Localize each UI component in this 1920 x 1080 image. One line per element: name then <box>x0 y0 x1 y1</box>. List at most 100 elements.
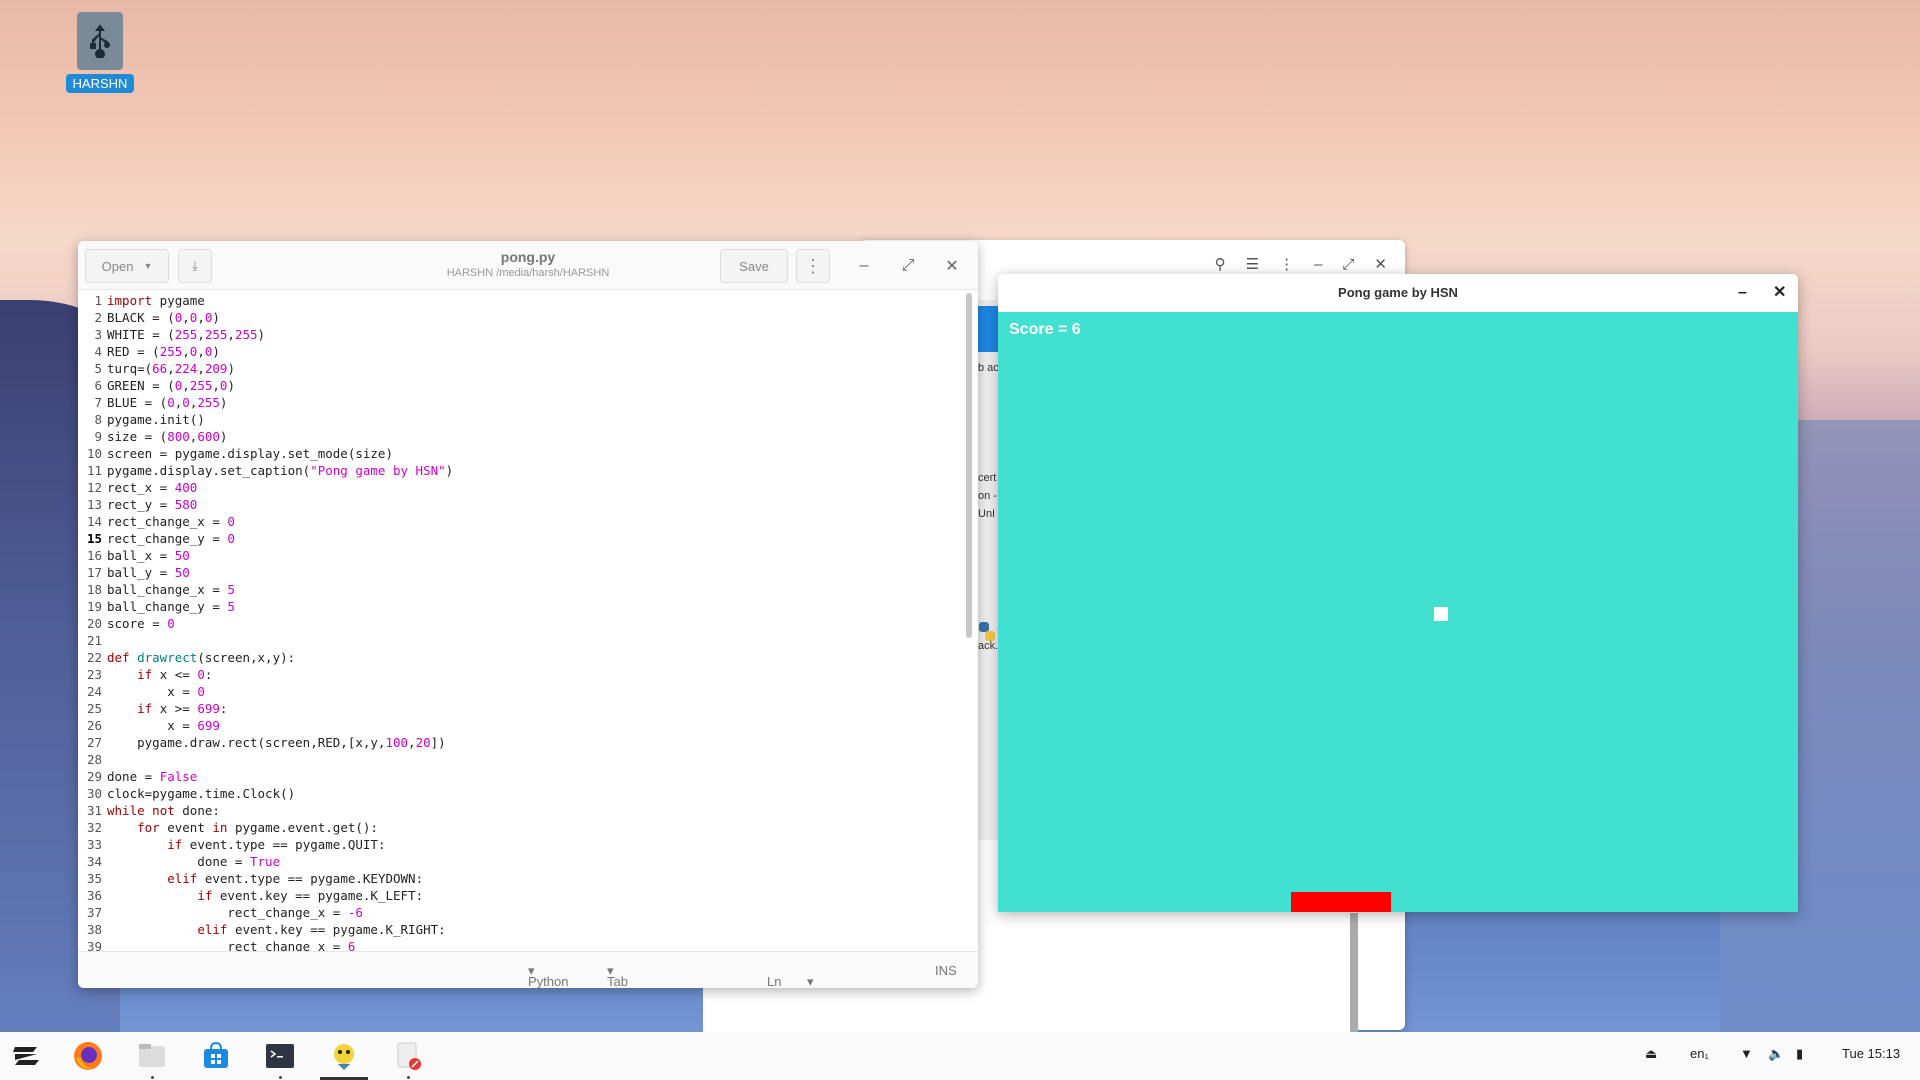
terminal-icon[interactable] <box>262 1038 298 1074</box>
zorin-menu-icon[interactable] <box>8 1038 44 1074</box>
code-line[interactable]: 23 if x <= 0: <box>78 666 966 683</box>
code-line[interactable]: 17 ball_y = 50 <box>78 564 966 581</box>
line-number: 37 <box>86 905 102 920</box>
code-line[interactable]: 38 elif event.key == pygame.K_RIGHT: <box>78 921 966 938</box>
code-text: if event.key == pygame.K_LEFT: <box>197 888 424 903</box>
line-number: 14 <box>86 514 102 529</box>
code-line[interactable]: 33 if event.type == pygame.QUIT: <box>78 836 966 853</box>
line-number: 26 <box>86 718 102 733</box>
code-line[interactable]: 37 rect_change_x = -6 <box>78 904 966 921</box>
code-text: turq=(66,224,209) <box>107 361 235 376</box>
close-button[interactable]: ✕ <box>937 251 967 281</box>
code-line[interactable]: 16 ball_x = 50 <box>78 547 966 564</box>
code-line[interactable]: 6 GREEN = (0,255,0) <box>78 377 966 394</box>
language-selector[interactable]: Python ▾ <box>528 963 568 988</box>
running-indicator <box>151 1076 154 1079</box>
code-line[interactable]: 13 rect_y = 580 <box>78 496 966 513</box>
code-line[interactable]: 30 clock=pygame.time.Clock() <box>78 785 966 802</box>
line-number: 5 <box>94 361 102 376</box>
code-line[interactable]: 4 RED = (255,0,0) <box>78 343 966 360</box>
text-editor-window[interactable]: Open ▼ ⤓ pong.py HARSHN /media/harsh/HAR… <box>78 241 978 988</box>
close-icon[interactable]: ✕ <box>1374 255 1387 273</box>
maximize-icon[interactable]: ⤢ <box>1342 256 1354 273</box>
code-line[interactable]: 5 turq=(66,224,209) <box>78 360 966 377</box>
code-line[interactable]: 10 screen = pygame.display.set_mode(size) <box>78 445 966 462</box>
clock[interactable]: Tue 15:13 <box>1842 1046 1900 1061</box>
code-text: elif event.type == pygame.KEYDOWN: <box>167 871 424 886</box>
python-game-icon[interactable] <box>326 1038 362 1074</box>
code-line[interactable]: 25 if x >= 699: <box>78 700 966 717</box>
files-icon[interactable] <box>134 1038 170 1074</box>
taskbar: ⏏ en₁ ▼ 🔈 ▮ Tue 15:13 <box>0 1032 1920 1080</box>
line-number: 1 <box>94 293 102 308</box>
code-line[interactable]: 32 for event in pygame.event.get(): <box>78 819 966 836</box>
menu-dots-icon[interactable]: ⋮ <box>1279 255 1294 273</box>
wifi-icon[interactable]: ▼ <box>1740 1046 1753 1061</box>
code-text: ball_x = 50 <box>107 548 190 563</box>
keyboard-layout[interactable]: en₁ <box>1690 1046 1709 1061</box>
code-line[interactable]: 3 WHITE = (255,255,255) <box>78 326 966 343</box>
code-line[interactable]: 14 rect_change_x = 0 <box>78 513 966 530</box>
line-number: 33 <box>86 837 102 852</box>
tab-width-selector[interactable]: Tab Width: 8 ▾ <box>607 963 628 988</box>
maximize-button[interactable]: ⤢ <box>893 251 923 281</box>
code-line[interactable]: 27 pygame.draw.rect(screen,RED,[x,y,100,… <box>78 734 966 751</box>
text-editor-icon[interactable] <box>390 1038 426 1074</box>
code-line[interactable]: 11 pygame.display.set_caption("Pong game … <box>78 462 966 479</box>
battery-icon[interactable]: ▮ <box>1796 1046 1803 1062</box>
line-number: 38 <box>86 922 102 937</box>
code-line[interactable]: 34 done = True <box>78 853 966 870</box>
code-view[interactable]: 1 import pygame 2 BLACK = (0,0,0) 3 WHITE = (… <box>78 290 966 952</box>
code-text: for event in pygame.event.get(): <box>137 820 378 835</box>
minimize-icon[interactable]: – <box>1314 256 1322 273</box>
code-line[interactable]: 36 if event.key == pygame.K_LEFT: <box>78 887 966 904</box>
background-window-scrollbar[interactable] <box>1350 913 1358 1033</box>
minimize-icon[interactable]: – <box>1738 274 1747 312</box>
code-line[interactable]: 26 x = 699 <box>78 717 966 734</box>
code-line[interactable]: 21 <box>78 632 966 649</box>
running-indicator <box>279 1076 282 1079</box>
view-list-icon[interactable]: ☰ <box>1246 255 1259 273</box>
code-line[interactable]: 19 ball_change_y = 5 <box>78 598 966 615</box>
line-number: 24 <box>86 684 102 699</box>
code-text: done = True <box>107 854 281 869</box>
code-line[interactable]: 22 def drawrect(screen,x,y): <box>78 649 966 666</box>
code-line[interactable]: 9 size = (800,600) <box>78 428 966 445</box>
code-line[interactable]: 31 while not done: <box>78 802 966 819</box>
firefox-icon[interactable] <box>70 1038 106 1074</box>
code-line[interactable]: 29 done = False <box>78 768 966 785</box>
line-number: 30 <box>86 786 102 801</box>
volume-icon[interactable]: 🔈 <box>1768 1046 1784 1062</box>
code-line[interactable]: 20 score = 0 <box>78 615 966 632</box>
search-icon[interactable]: ⚲ <box>1215 255 1226 273</box>
minimize-button[interactable]: – <box>849 251 879 281</box>
code-line[interactable]: 18 ball_change_x = 5 <box>78 581 966 598</box>
code-line[interactable]: 28 <box>78 751 966 768</box>
code-text: clock=pygame.time.Clock() <box>107 786 296 801</box>
desktop-drive-icon[interactable]: HARSHN <box>55 12 145 93</box>
paddle <box>1291 892 1391 912</box>
line-number: 23 <box>86 667 102 682</box>
software-store-icon[interactable] <box>198 1038 234 1074</box>
code-line[interactable]: 12 rect_x = 400 <box>78 479 966 496</box>
code-line[interactable]: 8 pygame.init() <box>78 411 966 428</box>
code-line[interactable]: 15 rect_change_y = 0 <box>78 530 966 547</box>
code-line[interactable]: 1 import pygame <box>78 292 966 309</box>
code-line[interactable]: 7 BLUE = (0,0,255) <box>78 394 966 411</box>
pong-game-window[interactable]: Pong game by HSN – ✕ Score = 6 <box>998 274 1798 912</box>
maximize-icon: ⤢ <box>901 257 915 274</box>
code-line[interactable]: 35 elif event.type == pygame.KEYDOWN: <box>78 870 966 887</box>
editor-menu-button[interactable]: ⋮ <box>796 249 830 283</box>
code-line[interactable]: 39 rect_change_x = 6 <box>78 938 966 952</box>
save-button[interactable]: Save <box>720 249 788 283</box>
eject-icon[interactable]: ⏏ <box>1645 1046 1657 1062</box>
game-canvas[interactable]: Score = 6 <box>998 312 1798 912</box>
close-icon[interactable]: ✕ <box>1773 274 1786 312</box>
editor-scrollbar[interactable] <box>966 293 972 638</box>
code-line[interactable]: 24 x = 0 <box>78 683 966 700</box>
running-indicator <box>407 1076 410 1079</box>
code-line[interactable]: 2 BLACK = (0,0,0) <box>78 309 966 326</box>
file-name: pong.py <box>500 249 556 265</box>
code-text: ball_y = 50 <box>107 565 190 580</box>
line-number: 11 <box>86 463 102 478</box>
